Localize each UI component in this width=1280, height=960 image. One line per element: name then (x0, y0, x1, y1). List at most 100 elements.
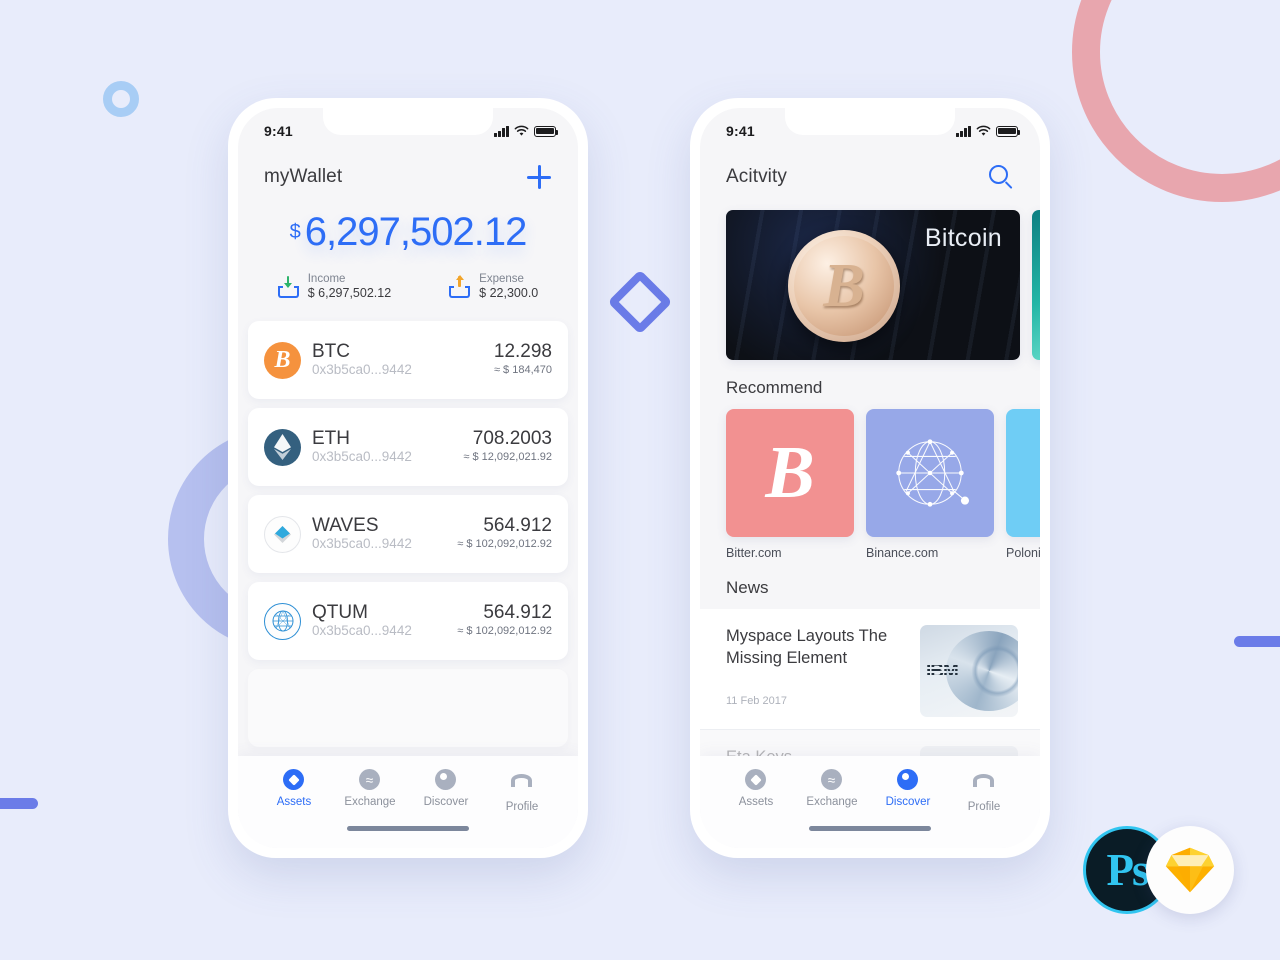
tab-assets[interactable]: Assets (718, 769, 794, 813)
recommend-label: Bitter.com (726, 546, 782, 560)
tab-assets[interactable]: Assets (256, 769, 332, 813)
list-item[interactable]: Myspace Layouts The Missing Element 11 F… (700, 609, 1040, 730)
tab-bar: Assets ≈ Exchange Discover Profile (700, 756, 1040, 848)
tab-bar: Assets ≈ Exchange Discover Profile (238, 756, 578, 848)
asset-amount: 708.2003 (472, 428, 552, 450)
news-thumbnail: IBM (920, 625, 1018, 717)
banner-carousel[interactable]: B Bitcoin (700, 210, 1040, 360)
expense-icon (449, 275, 471, 298)
search-icon[interactable] (986, 162, 1016, 192)
banner-bitcoin[interactable]: B Bitcoin (726, 210, 1020, 360)
asset-fiat: ≈ $ 184,470 (493, 364, 552, 377)
decorative-blue-circle (103, 81, 139, 117)
tab-label: Discover (423, 796, 469, 808)
status-icons (956, 125, 1021, 137)
table-row[interactable]: WAVES 0x3b5ca0...9442 564.912 ≈ $ 102,09… (248, 495, 568, 573)
asset-amount: 12.298 (493, 341, 552, 363)
balance-section: $ 6,297,502.12 Income $ 6,297,502.12 Exp… (238, 192, 578, 302)
table-row[interactable]: QTUM 0x3b5ca0...9442 564.912 ≈ $ 102,092… (248, 582, 568, 660)
home-indicator[interactable] (347, 826, 469, 831)
phone-activity: 9:41 Acitvity B Bitcoin Recommend B Bitt… (690, 98, 1050, 858)
news-date: 11 Feb 2017 (726, 695, 787, 708)
table-row-partial[interactable] (248, 669, 568, 747)
income-icon (277, 276, 299, 298)
activity-screen: 9:41 Acitvity B Bitcoin Recommend B Bitt… (700, 108, 1040, 848)
asset-address: 0x3b5ca0...9442 (312, 449, 412, 465)
qtum-icon (264, 602, 301, 640)
ethereum-icon (264, 428, 301, 466)
asset-address: 0x3b5ca0...9442 (312, 362, 412, 378)
asset-amount: 564.912 (483, 515, 552, 537)
decorative-diamond (607, 269, 673, 335)
list-item[interactable]: Polonie (1006, 409, 1040, 560)
battery-icon (534, 125, 559, 137)
binance-network-icon (866, 409, 994, 537)
recommend-list: B Bitter.com Binance.com Poloni (700, 409, 1040, 560)
expense-value: $ 22,300.0 (479, 286, 539, 301)
asset-symbol: QTUM (312, 601, 368, 623)
waves-icon (264, 515, 301, 553)
currency-symbol: $ (289, 221, 301, 243)
asset-fiat: ≈ $ 12,092,021.92 (463, 451, 552, 464)
asset-address: 0x3b5ca0...9442 (312, 623, 412, 639)
tab-label: Exchange (344, 796, 396, 808)
asset-address: 0x3b5ca0...9442 (312, 536, 412, 552)
recommend-section: Recommend B Bitter.com Binance.com Polon… (700, 378, 1040, 560)
asset-symbol: WAVES (312, 514, 379, 536)
plus-icon[interactable] (524, 162, 554, 192)
device-notch (323, 108, 493, 135)
bitcoin-coin-photo: B (788, 230, 900, 342)
table-row[interactable]: ETH 0x3b5ca0...9442 708.2003 ≈ $ 12,092,… (248, 408, 568, 486)
assets-list: B BTC 0x3b5ca0...9442 12.298 ≈ $ 184,470 (238, 321, 578, 747)
bitcoin-icon: B (726, 409, 854, 537)
section-title-news: News (726, 578, 769, 597)
tab-exchange[interactable]: ≈ Exchange (794, 769, 870, 813)
tab-discover[interactable]: Discover (870, 769, 946, 813)
table-row[interactable]: B BTC 0x3b5ca0...9442 12.298 ≈ $ 184,470 (248, 321, 568, 399)
tab-label: Discover (885, 796, 931, 808)
news-title: Myspace Layouts The Missing Element (726, 627, 888, 668)
status-time: 9:41 (726, 123, 755, 139)
poloniex-icon (1006, 409, 1040, 537)
decorative-bar-left (0, 798, 38, 809)
tab-label: Profile (505, 801, 539, 813)
recommend-label: Polonie (1006, 546, 1040, 560)
activity-header: Acitvity (700, 148, 1040, 192)
decorative-pink-ring (1072, 0, 1280, 202)
tab-exchange[interactable]: ≈ Exchange (332, 769, 408, 813)
phone-wallet: 9:41 myWallet $ 6,297,502.12 Income $ 6,… (228, 98, 588, 858)
banner-caption: Bitcoin (924, 224, 1002, 252)
income-item[interactable]: Income $ 6,297,502.12 (277, 272, 392, 302)
tab-discover[interactable]: Discover (408, 769, 484, 813)
expense-item[interactable]: Expense $ 22,300.0 (449, 272, 538, 302)
wallet-header: myWallet (238, 148, 578, 192)
income-label: Income (307, 273, 346, 285)
bitcoin-icon: B (264, 341, 301, 379)
status-icons (494, 125, 559, 137)
tab-label: Exchange (806, 796, 858, 808)
list-item[interactable]: B Bitter.com (726, 409, 854, 560)
wallet-screen: 9:41 myWallet $ 6,297,502.12 Income $ 6,… (238, 108, 578, 848)
page-title: myWallet (264, 166, 343, 187)
balance-amount: 6,297,502.12 (304, 210, 528, 254)
device-notch (785, 108, 955, 135)
canvas: 9:41 myWallet $ 6,297,502.12 Income $ 6,… (0, 0, 1280, 960)
tab-label: Profile (967, 801, 1001, 813)
tab-profile[interactable]: Profile (484, 769, 560, 813)
recommend-label: Binance.com (866, 546, 939, 560)
list-item[interactable]: Binance.com (866, 409, 994, 560)
page-title: Acitvity (726, 166, 787, 187)
income-value: $ 6,297,502.12 (307, 286, 392, 301)
tab-label: Assets (738, 796, 774, 808)
wifi-icon (514, 125, 529, 136)
expense-label: Expense (479, 273, 524, 285)
tab-label: Assets (276, 796, 312, 808)
signal-icon (494, 125, 509, 137)
home-indicator[interactable] (809, 826, 931, 831)
signal-icon (956, 125, 971, 137)
tab-profile[interactable]: Profile (946, 769, 1022, 813)
banner-secondary[interactable] (1032, 210, 1040, 360)
asset-symbol: ETH (312, 427, 350, 449)
battery-icon (996, 125, 1021, 137)
income-expense-row: Income $ 6,297,502.12 Expense $ 22,300.0 (238, 272, 578, 302)
